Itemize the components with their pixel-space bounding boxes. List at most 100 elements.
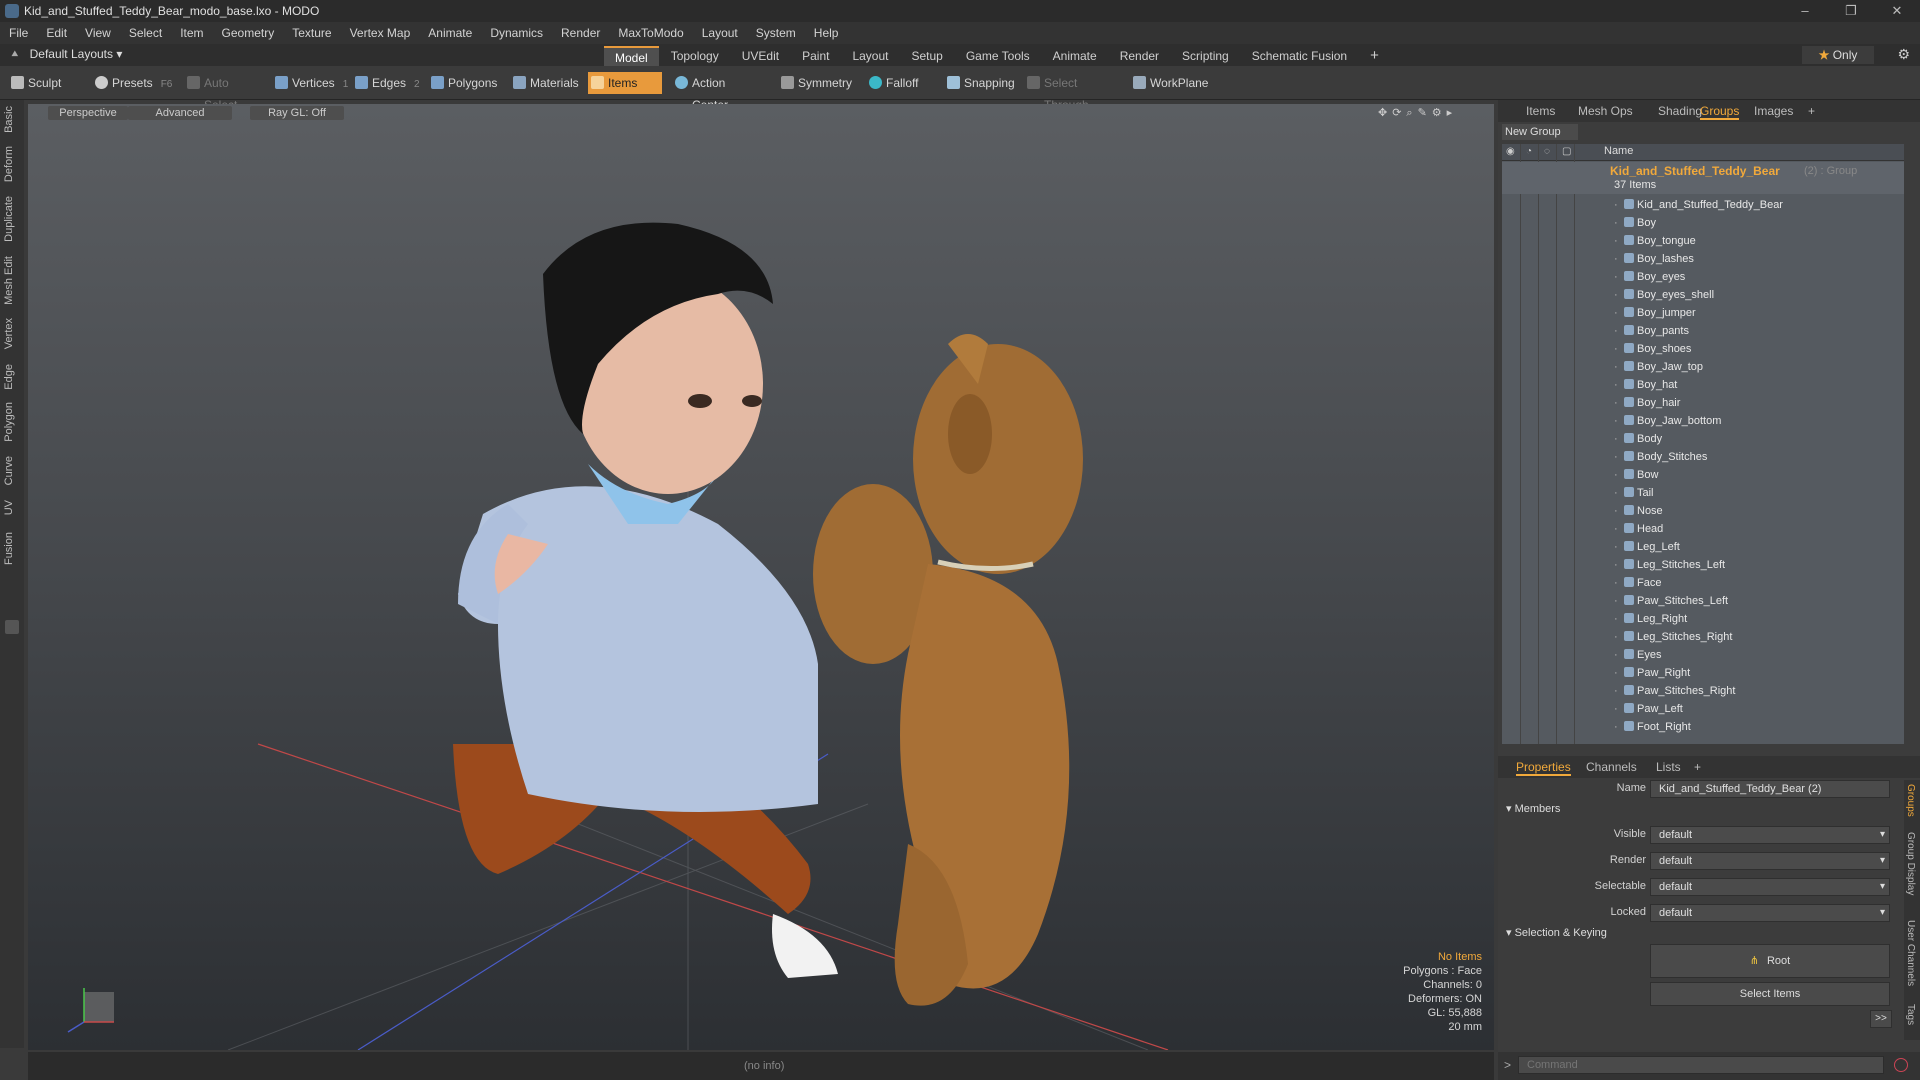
- sculpt-button[interactable]: Sculpt: [8, 72, 78, 94]
- tab-paint[interactable]: Paint: [791, 46, 840, 66]
- side-tab-group-display[interactable]: Group Display: [1905, 832, 1916, 895]
- menu-select[interactable]: Select: [120, 26, 171, 40]
- menu-file[interactable]: File: [0, 26, 37, 40]
- select-items-button[interactable]: Select Items: [1650, 982, 1890, 1006]
- tab-setup[interactable]: Setup: [900, 46, 953, 66]
- name-field[interactable]: Kid_and_Stuffed_Teddy_Bear (2): [1650, 780, 1890, 798]
- tab-items[interactable]: Items: [1526, 104, 1555, 118]
- tab-animate[interactable]: Animate: [1042, 46, 1108, 66]
- panel-toggle-icon[interactable]: [5, 620, 19, 634]
- gear-icon[interactable]: ⚙: [1897, 46, 1910, 63]
- more-button[interactable]: >>: [1870, 1010, 1892, 1028]
- tree-item[interactable]: · Body: [1614, 430, 1662, 448]
- close-button[interactable]: ✕: [1874, 0, 1920, 22]
- add-panel-tab-icon[interactable]: +: [1808, 104, 1815, 118]
- action-center-button[interactable]: Action Center: [672, 72, 764, 112]
- record-icon[interactable]: [1894, 1058, 1908, 1072]
- select-through-button[interactable]: Select Through: [1024, 72, 1120, 112]
- vtab-uv[interactable]: UV: [3, 500, 21, 515]
- snapping-button[interactable]: Snapping: [944, 72, 1015, 94]
- tab-schematic-fusion[interactable]: Schematic Fusion: [1241, 46, 1358, 66]
- tree-item[interactable]: · Leg_Stitches_Right: [1614, 628, 1732, 646]
- tree-item[interactable]: · Paw_Left: [1614, 700, 1683, 718]
- tree-item[interactable]: · Boy_eyes: [1614, 268, 1685, 286]
- tab-properties[interactable]: Properties: [1516, 760, 1571, 776]
- falloff-button[interactable]: Falloff: [866, 72, 926, 94]
- menu-render[interactable]: Render: [552, 26, 609, 40]
- tab-scripting[interactable]: Scripting: [1171, 46, 1240, 66]
- auto-select-button[interactable]: Auto Select: [184, 72, 264, 112]
- tab-game-tools[interactable]: Game Tools: [955, 46, 1041, 66]
- edges-button[interactable]: Edges 2: [352, 72, 428, 94]
- menu-geometry[interactable]: Geometry: [213, 26, 284, 40]
- menu-view[interactable]: View: [76, 26, 120, 40]
- tree-item[interactable]: · Boy_Jaw_bottom: [1614, 412, 1721, 430]
- tree-item[interactable]: · Boy_lashes: [1614, 250, 1694, 268]
- tree-item[interactable]: · Paw_Stitches_Left: [1614, 592, 1728, 610]
- tab-topology[interactable]: Topology: [660, 46, 730, 66]
- tree-item[interactable]: · Face: [1614, 574, 1661, 592]
- minimize-button[interactable]: –: [1782, 0, 1828, 22]
- menu-animate[interactable]: Animate: [419, 26, 481, 40]
- tab-uvedit[interactable]: UVEdit: [731, 46, 790, 66]
- menu-vertex-map[interactable]: Vertex Map: [341, 26, 420, 40]
- tree-item[interactable]: · Bow: [1614, 466, 1658, 484]
- tab-model[interactable]: Model: [604, 46, 659, 68]
- 3d-viewport[interactable]: Perspective Advanced Ray GL: Off ✥⟳⌕✎⚙▸: [28, 104, 1494, 1050]
- tree-item[interactable]: · Leg_Left: [1614, 538, 1680, 556]
- root-button[interactable]: ⋔ Root: [1650, 944, 1890, 978]
- tree-item[interactable]: · Boy_pants: [1614, 322, 1689, 340]
- workplane-button[interactable]: WorkPlane: [1130, 72, 1210, 94]
- vtab-deform[interactable]: Deform: [3, 146, 21, 182]
- tab-render[interactable]: Render: [1109, 46, 1170, 66]
- vtab-vertex[interactable]: Vertex: [3, 318, 21, 349]
- tree-item[interactable]: · Paw_Stitches_Right: [1614, 682, 1735, 700]
- vtab-basic[interactable]: Basic: [3, 106, 21, 133]
- tree-item[interactable]: · Body_Stitches: [1614, 448, 1707, 466]
- tree-item[interactable]: · Kid_and_Stuffed_Teddy_Bear: [1614, 196, 1783, 214]
- tab-images[interactable]: Images: [1754, 104, 1793, 118]
- tab-layout[interactable]: Layout: [841, 46, 899, 66]
- polygons-button[interactable]: Polygons: [428, 72, 500, 94]
- tree-item[interactable]: · Boy_hat: [1614, 376, 1677, 394]
- group-row[interactable]: Kid_and_Stuffed_Teddy_Bear (2) : Group 3…: [1502, 162, 1904, 194]
- tree-item[interactable]: · Tail: [1614, 484, 1654, 502]
- add-props-tab-icon[interactable]: +: [1694, 760, 1701, 774]
- menu-edit[interactable]: Edit: [37, 26, 76, 40]
- side-tab-user-channels[interactable]: User Channels: [1905, 920, 1916, 986]
- tree-item[interactable]: · Boy_jumper: [1614, 304, 1696, 322]
- side-tab-tags[interactable]: Tags: [1905, 1004, 1916, 1025]
- vtab-duplicate[interactable]: Duplicate: [3, 196, 21, 242]
- tab-lists[interactable]: Lists: [1656, 760, 1681, 774]
- tree-item[interactable]: · Leg_Stitches_Left: [1614, 556, 1725, 574]
- tree-item[interactable]: · Boy_eyes_shell: [1614, 286, 1714, 304]
- tree-item[interactable]: · Nose: [1614, 502, 1663, 520]
- menu-dynamics[interactable]: Dynamics: [481, 26, 552, 40]
- tab-shading[interactable]: Shading: [1658, 104, 1702, 118]
- tree-item[interactable]: · Boy: [1614, 214, 1656, 232]
- visible-dropdown[interactable]: default ▾: [1650, 826, 1890, 844]
- tree-item[interactable]: · Boy_tongue: [1614, 232, 1696, 250]
- tree-item[interactable]: · Leg_Right: [1614, 610, 1687, 628]
- restore-button[interactable]: ❐: [1828, 0, 1874, 22]
- tree-item[interactable]: · Head: [1614, 520, 1663, 538]
- items-button[interactable]: Items: [588, 72, 662, 94]
- tree-item[interactable]: · Eyes: [1614, 646, 1661, 664]
- vtab-fusion[interactable]: Fusion: [3, 532, 21, 565]
- side-tab-groups[interactable]: Groups: [1905, 784, 1916, 817]
- render-dropdown[interactable]: default ▾: [1650, 852, 1890, 870]
- members-section[interactable]: ▾ Members: [1506, 802, 1560, 815]
- vtab-mesh-edit[interactable]: Mesh Edit: [3, 256, 21, 305]
- tab-groups[interactable]: Groups: [1700, 104, 1740, 120]
- vertices-button[interactable]: Vertices 1: [272, 72, 352, 94]
- tree-item[interactable]: · Boy_hair: [1614, 394, 1680, 412]
- menu-maxtomodo[interactable]: MaxToModo: [609, 26, 692, 40]
- tree-item[interactable]: · Boy_shoes: [1614, 340, 1691, 358]
- command-input[interactable]: [1518, 1056, 1884, 1074]
- tree-item[interactable]: · Paw_Right: [1614, 664, 1690, 682]
- menu-layout[interactable]: Layout: [693, 26, 747, 40]
- add-tab-icon[interactable]: +: [1359, 46, 1390, 66]
- menu-system[interactable]: System: [747, 26, 805, 40]
- vtab-polygon[interactable]: Polygon: [3, 402, 21, 442]
- materials-button[interactable]: Materials: [510, 72, 580, 94]
